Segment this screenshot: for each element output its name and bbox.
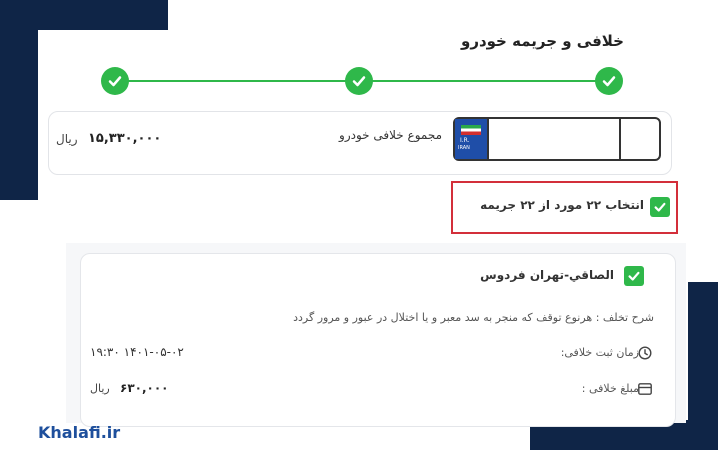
fine-amount: ۶۳۰,۰۰۰ bbox=[120, 381, 169, 395]
select-all-label[interactable]: انتخاب ۲۲ مورد از ۲۲ جریمه bbox=[480, 198, 644, 212]
step-check-icon bbox=[101, 67, 129, 95]
credit-card-icon bbox=[638, 383, 652, 395]
fine-label: مبلغ خلافی : bbox=[581, 382, 639, 395]
fine-currency: ریال bbox=[90, 382, 110, 395]
clock-icon bbox=[638, 346, 652, 360]
time-label: زمان ثبت خلافی: bbox=[560, 346, 639, 359]
iran-flag-icon: I.R. IRAN bbox=[455, 119, 489, 159]
step-check-icon bbox=[345, 67, 373, 95]
violation-location: الصاقي-تهران فردوس bbox=[480, 268, 614, 282]
time-value: ۱۹:۳۰ ۱۴۰۱-۰۵-۰۲ bbox=[90, 345, 184, 359]
total-currency: ریال bbox=[56, 132, 78, 146]
step-check-icon bbox=[595, 67, 623, 95]
page-title: خلافی و جریمه خودرو bbox=[461, 32, 624, 50]
brand-logo-text[interactable]: Khalafi.ir bbox=[38, 423, 120, 442]
decorative-navy-block bbox=[0, 0, 38, 200]
select-all-checkbox[interactable] bbox=[650, 197, 670, 217]
license-plate: I.R. IRAN bbox=[453, 117, 661, 161]
plate-divider bbox=[619, 119, 621, 159]
total-amount: ۱۵,۳۳۰,۰۰۰ bbox=[88, 131, 162, 146]
violation-checkbox[interactable] bbox=[624, 266, 644, 286]
total-label: مجموع خلافی خودرو bbox=[339, 128, 442, 142]
violation-description: شرح تخلف : هرنوع توقف که منجر به سد معبر… bbox=[293, 311, 654, 324]
